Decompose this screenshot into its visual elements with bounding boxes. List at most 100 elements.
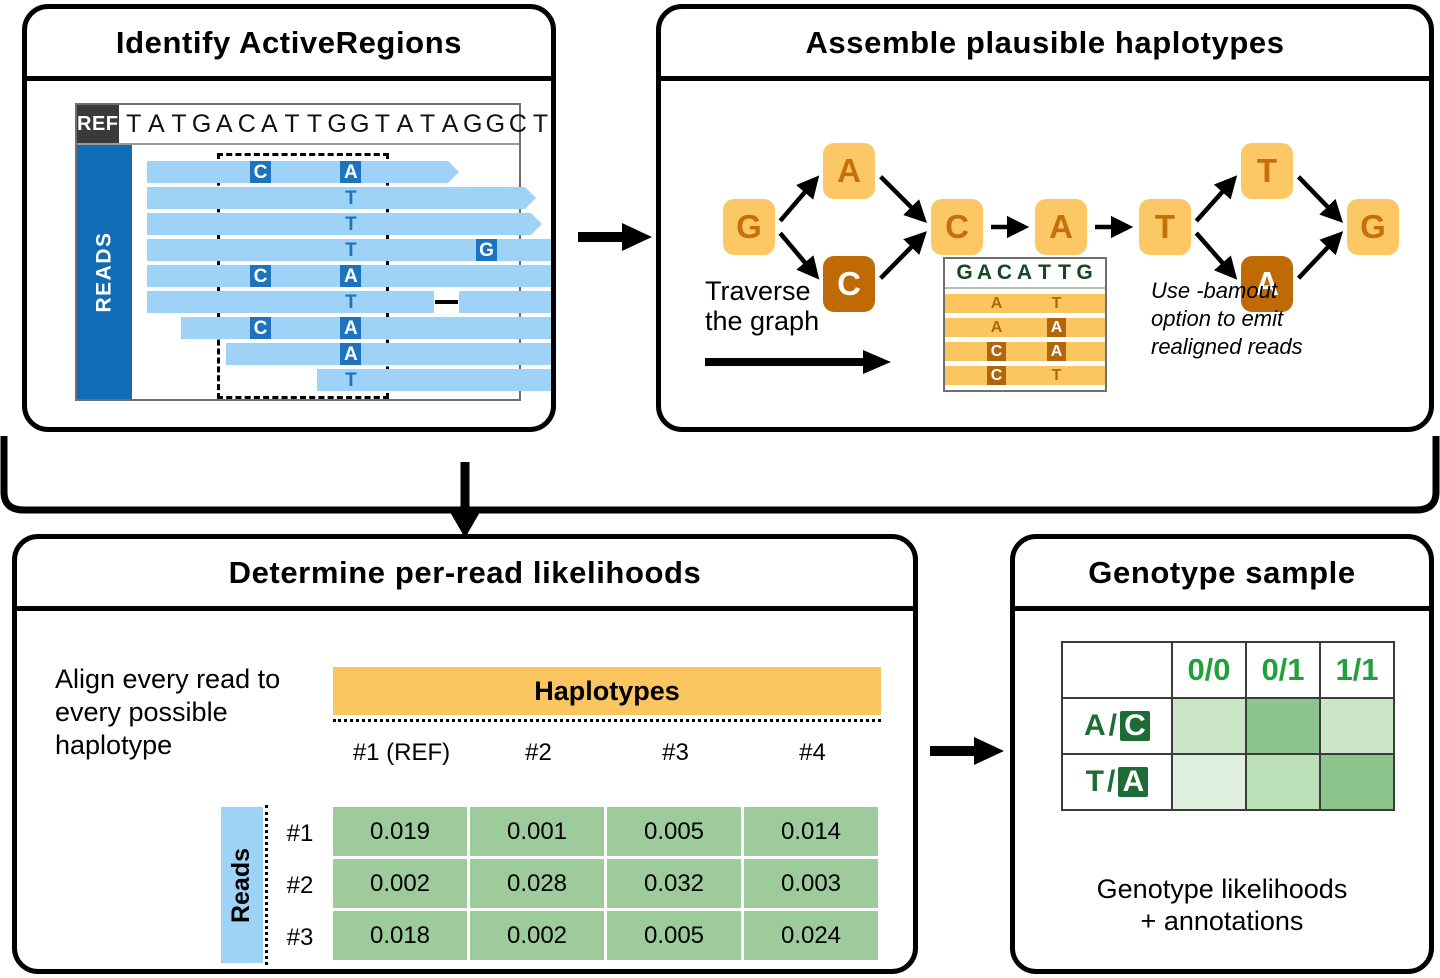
reads-dotted-rule (265, 805, 268, 965)
genotype-likelihood-cell (1245, 697, 1321, 755)
ref-tag-label: REF (77, 105, 119, 143)
haplotype-header-base: T (1038, 261, 1052, 284)
genotype-likelihood-matrix: 0/0 0/1 1/1 A / C T / A (1061, 641, 1395, 811)
read-base: T (345, 187, 357, 209)
reference-base: G (327, 109, 347, 138)
read-bar (147, 187, 537, 209)
genotype-likelihood-cell (1319, 697, 1395, 755)
genotype-alt-allele: C (1120, 709, 1150, 742)
haplotype-header-base: G (1076, 261, 1094, 284)
haplotype-table-header: GACATTG (945, 259, 1105, 289)
genotype-column-label: 0/0 (1187, 652, 1231, 687)
read-variant-base: C (250, 317, 271, 339)
traverse-graph-label: Traverse the graph (705, 276, 820, 337)
haplotype-variant-base: A (1047, 342, 1066, 361)
graph-edge (1194, 231, 1238, 280)
haplotype-header-base: A (976, 261, 994, 284)
haplotype-base: T (1051, 294, 1062, 312)
genotype-row: T / A (1061, 753, 1395, 811)
reference-base: C (508, 109, 527, 138)
genotype-allele-separator: / (1108, 709, 1117, 742)
panel-assemble-body: GACCATTAG Traverse the graph GACATTG ATAA… (661, 81, 1429, 422)
reference-row: REF TATGACATTGGTATAGGCT (77, 105, 548, 145)
graph-node-c: C (931, 199, 983, 255)
graph-edge (1296, 175, 1344, 223)
read-base: T (345, 213, 357, 235)
haplotype-header-base: T (1058, 261, 1072, 284)
panel-per-read-likelihoods: Determine per-read likelihoods Align eve… (12, 534, 918, 974)
banner-dotted-rule (333, 719, 881, 722)
genotype-column-header: 0/0 (1171, 641, 1247, 699)
haplotype-base: T (1051, 366, 1062, 384)
read-variant-base: A (340, 343, 362, 365)
deletion-marker (435, 300, 459, 304)
genotype-ref-allele: T (1085, 765, 1104, 798)
reference-base: A (441, 109, 459, 138)
bamout-note: Use -bamout option to emit realigned reads (1151, 278, 1303, 360)
reference-base: T (374, 109, 390, 138)
haplotype-variant-base: A (1047, 318, 1066, 337)
likelihood-row-header: #1 (286, 820, 314, 847)
likelihood-column-header: #3 (662, 739, 689, 766)
reference-base: C (237, 109, 256, 138)
genotype-header-row: 0/0 0/1 1/1 (1061, 641, 1395, 699)
align-instruction: Align every read to every possible haplo… (55, 664, 281, 760)
reads-band: Reads (221, 807, 263, 963)
panel-likelihoods-title: Determine per-read likelihoods (17, 539, 913, 611)
genotype-row: A / C (1061, 697, 1395, 755)
read-bar (226, 343, 551, 365)
genotype-likelihood-cell (1171, 753, 1247, 811)
reads-sidebar-label: READS (92, 231, 116, 313)
panel-identify-active-regions: Identify ActiveRegions REF TATGACATTGGTA… (22, 4, 556, 432)
graph-edge (879, 175, 927, 223)
workflow-diagram: Identify ActiveRegions REF TATGACATTGGTA… (0, 0, 1440, 978)
haplotype-header-base: G (956, 261, 974, 284)
read-pileup: REF TATGACATTGGTATAGGCT READS CATTTGCATC… (75, 103, 551, 401)
panel-genotype-sample: Genotype sample 0/0 0/1 1/1 A / C T / A Genotype… (1010, 534, 1434, 974)
reference-base: A (148, 109, 165, 138)
genotype-column-label: 0/1 (1261, 652, 1305, 687)
panel-assemble-title: Assemble plausible haplotypes (661, 9, 1429, 81)
haplotypes-banner: Haplotypes (333, 667, 881, 715)
read-variant-base: C (250, 265, 271, 287)
graph-edge (1296, 231, 1344, 280)
reference-base: G (191, 109, 212, 138)
reads-sidebar: READS (77, 145, 132, 399)
haplotype-readout-table: GACATTG ATAACACT (943, 257, 1107, 392)
panel-genotype-title: Genotype sample (1015, 539, 1429, 611)
genotype-allele-label: A / C (1063, 709, 1171, 743)
read-bar (147, 161, 459, 183)
reference-base: T (419, 109, 436, 138)
haplotype-base: A (990, 318, 1003, 336)
genotype-caption: Genotype likelihoods + annotations (1096, 874, 1348, 937)
genotype-allele-cell: A / C (1061, 697, 1173, 755)
graph-node-c: C (823, 256, 875, 312)
likelihood-column-header: #2 (525, 739, 552, 766)
likelihood-column-header: #1 (REF) (352, 739, 451, 766)
reads-area: CATTTGCATCAAT (132, 145, 551, 399)
graph-node-g: G (723, 199, 775, 255)
read-bar (181, 317, 551, 339)
haplotype-header-base: C (996, 261, 1014, 284)
likelihood-cell: 0.032 (607, 859, 741, 908)
read-base: T (345, 291, 357, 313)
read-variant-base: A (340, 161, 362, 183)
likelihood-row-header: #3 (286, 924, 314, 951)
likelihood-cell: 0.002 (333, 859, 467, 908)
read-base: T (345, 369, 357, 391)
genotype-column-label: 1/1 (1335, 652, 1379, 687)
genotype-likelihood-cell (1245, 753, 1321, 811)
reference-sequence: TATGACATTGGTATAGGCT (119, 105, 552, 143)
arrow-panel3-to-panel4 (930, 737, 1004, 765)
graph-node-g: G (1347, 199, 1399, 255)
haplotype-variant-base: C (987, 366, 1006, 385)
haplotype-row: AT (945, 294, 1105, 313)
read-variant-base: C (250, 161, 271, 183)
haplotype-row: CT (945, 366, 1105, 385)
graph-edge (778, 175, 820, 223)
read-variant-base: A (340, 265, 362, 287)
bracket-connector-to-lower-row (0, 436, 1440, 518)
haplotype-variant-base: C (987, 342, 1006, 361)
genotype-column-header: 1/1 (1319, 641, 1395, 699)
reference-base: A (261, 109, 278, 138)
